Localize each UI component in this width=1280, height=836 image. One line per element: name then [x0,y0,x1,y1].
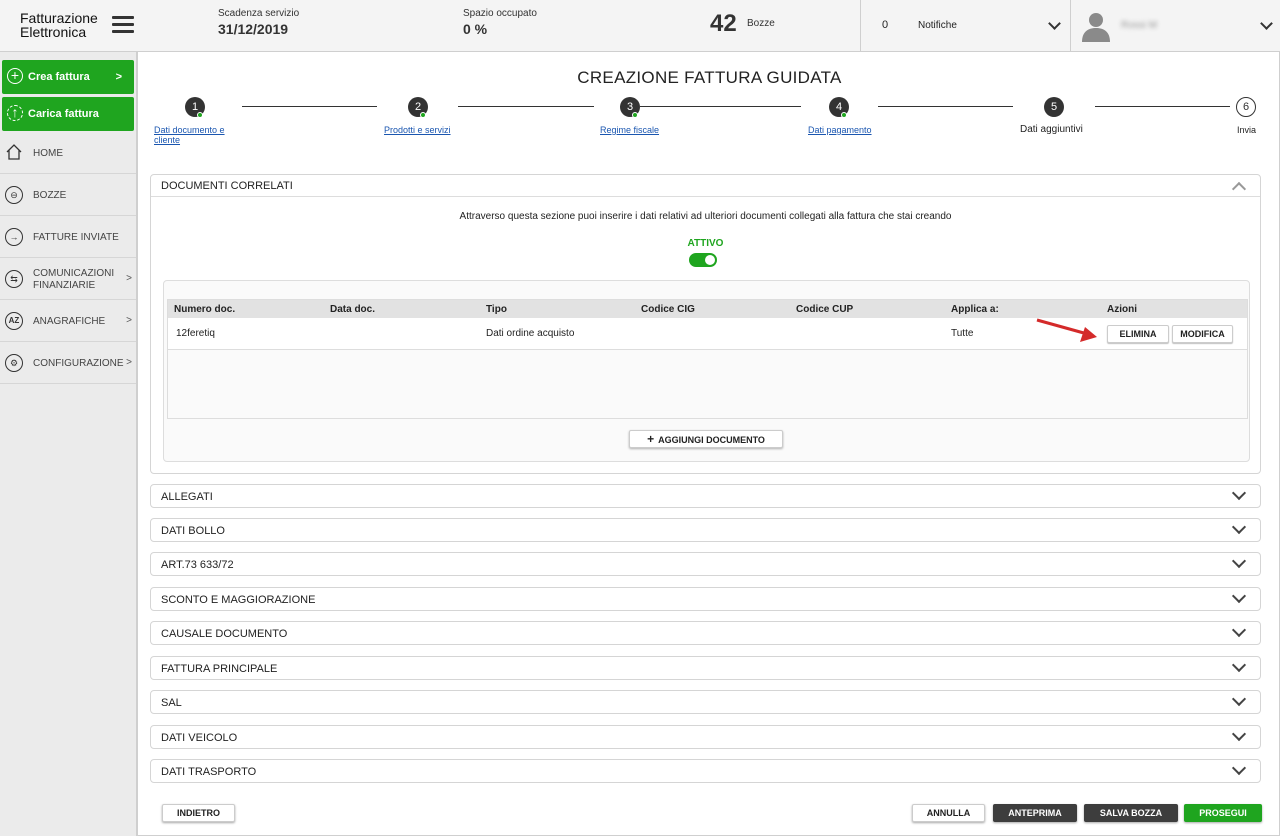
chevron-down-icon [1231,519,1247,535]
gear-icon: ⚙ [5,354,23,372]
check-icon [841,112,847,118]
step-5-label: Dati aggiuntivi [1020,124,1083,135]
section-documenti-header[interactable]: DOCUMENTI CORRELATI [151,175,1260,197]
indietro-button[interactable]: INDIETRO [162,804,235,822]
exchange-icon: ⇆ [5,270,23,288]
chevron-down-icon [1231,485,1247,501]
section-causale-documento[interactable]: CAUSALE DOCUMENTO [150,621,1261,645]
chevron-down-icon [1231,588,1247,604]
status-label: ATTIVO [687,238,724,249]
carica-fattura-button[interactable]: ↑ Carica fattura [2,97,134,131]
user-name: Rossi M [1121,20,1158,31]
top-header: Fatturazione Elettronica Scadenza serviz… [0,0,1280,52]
chevron-down-icon [1048,17,1061,30]
bozze-count[interactable]: 42 [710,10,737,38]
menu-icon[interactable] [112,16,134,34]
step-4-link[interactable]: Dati pagamento [808,125,872,135]
elimina-button[interactable]: ELIMINA [1107,325,1169,343]
chevron-down-icon [1260,17,1273,30]
bozze-label[interactable]: Bozze [747,18,775,29]
section-sal[interactable]: SAL [150,690,1261,714]
step-6-circle: 6 [1236,97,1256,117]
page-title: CREAZIONE FATTURA GUIDATA [577,68,842,87]
section-allegati[interactable]: ALLEGATI [150,484,1261,508]
sidebar-item-configurazione[interactable]: ⚙ CONFIGURAZIONE > [0,342,136,384]
sidebar-item-fatture-inviate[interactable]: → FATTURE INVIATE [0,216,136,258]
scadenza-servizio: Scadenza servizio 31/12/2019 [218,8,300,37]
anteprima-button[interactable]: ANTEPRIMA [993,804,1077,822]
arrow-right-circle-icon: → [5,228,23,246]
table-header: Numero doc. Data doc. Tipo Codice CIG Co… [168,300,1247,318]
step-connector [1095,106,1230,107]
check-icon [632,112,638,118]
notifiche-dropdown[interactable]: 0 Notifiche [860,0,1070,52]
section-info-text: Attraverso questa sezione puoi inserire … [459,211,952,222]
step-6-label: Invia [1237,125,1257,135]
notifiche-label: Notifiche [918,20,957,31]
section-fattura-principale[interactable]: FATTURA PRINCIPALE [150,656,1261,680]
chevron-up-icon [1231,181,1247,197]
notifiche-count: 0 [882,19,889,31]
sidebar-item-bozze[interactable]: ⊖ BOZZE [0,174,136,216]
step-connector [878,106,1013,107]
spazio-occupato: Spazio occupato 0 % [463,8,537,37]
chevron-down-icon [1231,553,1247,569]
home-icon [6,144,22,160]
user-menu[interactable]: Rossi M [1070,0,1280,52]
step-connector [242,106,377,107]
annotation-arrow-icon [1036,318,1097,342]
chevron-right-icon: > [126,273,132,284]
section-art73[interactable]: ART.73 633/72 [150,552,1261,576]
sidebar-item-comunicazioni-finanziarie[interactable]: ⇆ COMUNICAZIONI FINANZIARIE > [0,258,136,300]
chevron-down-icon [1231,760,1247,776]
chevron-right-icon: > [115,71,122,83]
app-logo[interactable]: Fatturazione Elettronica [20,11,98,39]
plus-icon: + [647,432,655,446]
chevron-down-icon [1231,622,1247,638]
section-dati-trasporto[interactable]: DATI TRASPORTO [150,759,1261,783]
step-5-circle: 5 [1044,97,1064,117]
chevron-down-icon [1231,657,1247,673]
aggiungi-documento-button[interactable]: + AGGIUNGI DOCUMENTO [629,430,783,448]
chevron-down-icon [1231,726,1247,742]
chevron-down-icon [1231,691,1247,707]
upload-icon: ↑ [7,105,23,121]
step-3-link[interactable]: Regime fiscale [600,125,659,135]
chevron-right-icon: > [126,315,132,326]
sidebar-item-home[interactable]: HOME [0,132,136,174]
section-dati-veicolo[interactable]: DATI VEICOLO [150,725,1261,749]
avatar-icon [1082,13,1110,42]
draft-icon: ⊖ [5,186,23,204]
step-2-link[interactable]: Prodotti e servizi [384,125,451,135]
section-title: DOCUMENTI CORRELATI [161,180,293,192]
crea-fattura-button[interactable]: + Crea fattura > [2,60,134,94]
chevron-right-icon: > [126,357,132,368]
main-panel: CREAZIONE FATTURA GUIDATA 1 Dati documen… [137,52,1280,836]
documenti-table: Numero doc. Data doc. Tipo Codice CIG Co… [167,299,1248,419]
check-icon [197,112,203,118]
attivo-toggle[interactable] [689,253,717,267]
annulla-button[interactable]: ANNULLA [912,804,985,822]
salva-bozza-button[interactable]: SALVA BOZZA [1084,804,1178,822]
sidebar-item-anagrafiche[interactable]: AZ ANAGRAFICHE > [0,300,136,342]
plus-circle-icon: + [7,68,23,84]
step-connector [640,106,801,107]
modifica-button[interactable]: MODIFICA [1172,325,1233,343]
section-dati-bollo[interactable]: DATI BOLLO [150,518,1261,542]
check-icon [420,112,426,118]
documenti-table-container: Numero doc. Data doc. Tipo Codice CIG Co… [163,280,1250,462]
az-icon: AZ [5,312,23,330]
step-1-link[interactable]: Dati documento e cliente [154,125,225,145]
step-connector [458,106,594,107]
sidebar: + Crea fattura > ↑ Carica fattura HOME ⊖… [0,52,137,836]
prosegui-button[interactable]: PROSEGUI [1184,804,1262,822]
section-sconto-maggiorazione[interactable]: SCONTO E MAGGIORAZIONE [150,587,1261,611]
